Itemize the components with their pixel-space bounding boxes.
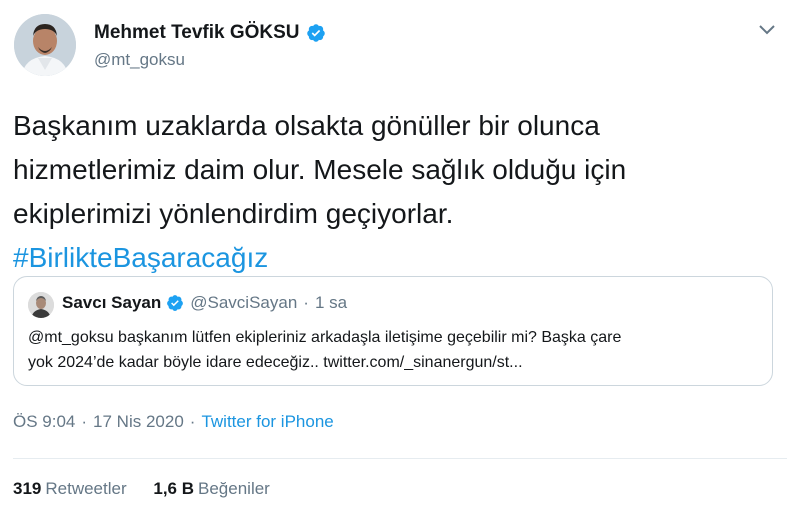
retweets-label: Retweetler [45, 479, 127, 498]
tweet-line: hizmetlerimiz daim olur. Mesele sağlık o… [13, 154, 627, 185]
retweets-stat[interactable]: 319 Retweetler [13, 479, 127, 498]
quoted-text-line: yok 2024’de kadar böyle idare edeceğiz..… [28, 354, 523, 371]
quoted-header: Savcı Sayan @SavciSayan · 1 sa [62, 293, 347, 313]
quoted-tweet[interactable]: Savcı Sayan @SavciSayan · 1 sa @mt_goksu… [13, 276, 773, 386]
avatar-image [14, 14, 76, 76]
likes-label: Beğeniler [198, 479, 270, 498]
likes-stat[interactable]: 1,6 B Beğeniler [153, 479, 269, 498]
tweet-source-link[interactable]: Twitter for iPhone [201, 412, 333, 431]
tweet-line: ekiplerimizi yönlendirdim geçiyorlar. [13, 198, 454, 229]
tweet-time[interactable]: ÖS 9:04 [13, 412, 75, 431]
tweet-card: Mehmet Tevfik GÖKSU @mt_goksu Başkanım u… [0, 0, 800, 530]
separator-dot: · [303, 293, 309, 312]
quoted-author-handle: @SavciSayan [190, 293, 298, 312]
quoted-text: @mt_goksu başkanım lütfen ekipleriniz ar… [28, 325, 763, 375]
hashtag-link[interactable]: #BirlikteBaşaracağız [13, 242, 268, 273]
retweets-count: 319 [13, 479, 42, 498]
divider [13, 458, 787, 459]
verified-badge-icon [306, 24, 325, 42]
author-handle[interactable]: @mt_goksu [94, 50, 185, 70]
tweet-line: Başkanım uzaklarda olsakta gönüller bir … [13, 110, 600, 141]
separator-dot: · [81, 412, 88, 431]
tweet-stats: 319 Retweetler 1,6 B Beğeniler [13, 479, 270, 499]
separator-dot: · [189, 412, 196, 431]
author-avatar[interactable] [14, 14, 76, 76]
quoted-author-avatar [28, 292, 54, 318]
tweet-meta: ÖS 9:04 · 17 Nis 2020 · Twitter for iPhone [13, 412, 334, 432]
quoted-avatar-image [28, 292, 54, 318]
tweet-text: Başkanım uzaklarda olsakta gönüller bir … [13, 104, 773, 280]
chevron-down-icon[interactable] [758, 24, 776, 36]
verified-badge-icon [167, 295, 184, 311]
quoted-author-name: Savcı Sayan [62, 293, 162, 312]
author-name-row: Mehmet Tevfik GÖKSU [94, 22, 326, 44]
quoted-text-line: @mt_goksu başkanım lütfen ekipleriniz ar… [28, 329, 622, 346]
likes-count: 1,6 B [153, 479, 195, 498]
author-display-name[interactable]: Mehmet Tevfik GÖKSU [94, 22, 300, 44]
quoted-time: 1 sa [314, 293, 348, 312]
tweet-date[interactable]: 17 Nis 2020 [93, 412, 184, 431]
